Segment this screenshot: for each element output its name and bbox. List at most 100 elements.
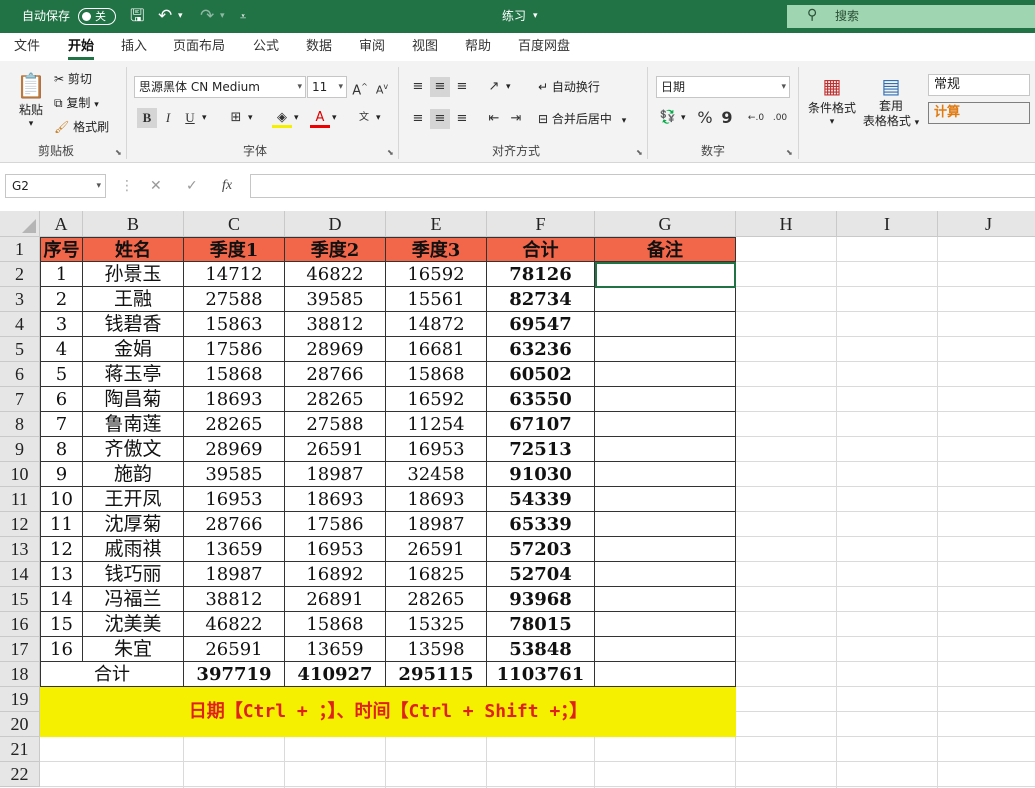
column-header-c[interactable]: C [184, 211, 285, 237]
clipboard-launcher-icon[interactable]: ⬊ [115, 148, 122, 157]
number-format-select[interactable]: 日期 ▾ [656, 76, 790, 98]
paste-button[interactable]: 📋 粘贴 ▾ [14, 71, 48, 129]
comma-button[interactable]: 9 [717, 108, 737, 128]
enter-icon[interactable]: ✓ [186, 174, 198, 198]
table-cell[interactable]: 53848 [487, 637, 595, 662]
header-cell[interactable]: 备注 [595, 237, 736, 262]
row-header-10[interactable]: 10 [0, 462, 40, 487]
align-middle-icon[interactable]: ≡ [430, 77, 450, 97]
table-cell[interactable]: 18987 [184, 562, 285, 587]
decrease-decimal-icon[interactable]: .00 [770, 108, 790, 128]
table-cell[interactable]: 28766 [285, 362, 386, 387]
table-cell[interactable]: 8 [40, 437, 83, 462]
remark-cell[interactable] [595, 537, 736, 562]
underline-dropdown-icon[interactable]: ▾ [202, 109, 207, 127]
percent-button[interactable]: % [695, 108, 715, 128]
cut-button[interactable]: ✂ 剪切 [54, 70, 92, 88]
row-header-3[interactable]: 3 [0, 287, 40, 312]
currency-dropdown-icon[interactable]: ▾ [681, 109, 686, 127]
table-cell[interactable]: 11 [40, 512, 83, 537]
column-header-g[interactable]: G [595, 211, 736, 237]
shortcut-note[interactable]: 日期【Ctrl + ；】、时间【Ctrl + Shift +；】 [40, 687, 736, 737]
remark-cell[interactable] [595, 312, 736, 337]
table-cell[interactable]: 72513 [487, 437, 595, 462]
row-header-5[interactable]: 5 [0, 337, 40, 362]
table-cell[interactable]: 16592 [386, 387, 487, 412]
table-cell[interactable]: 7 [40, 412, 83, 437]
alignment-launcher-icon[interactable]: ⬊ [636, 148, 643, 157]
total-cell[interactable]: 410927 [285, 662, 386, 687]
table-cell[interactable]: 3 [40, 312, 83, 337]
row-header-2[interactable]: 2 [0, 262, 40, 287]
table-cell[interactable]: 沈厚菊 [83, 512, 184, 537]
table-cell[interactable]: 施韵 [83, 462, 184, 487]
header-cell[interactable]: 序号 [40, 237, 83, 262]
row-header-22[interactable]: 22 [0, 762, 40, 787]
table-cell[interactable]: 69547 [487, 312, 595, 337]
formula-input[interactable] [250, 174, 1035, 198]
table-cell[interactable]: 齐傲文 [83, 437, 184, 462]
table-cell[interactable]: 52704 [487, 562, 595, 587]
column-header-h[interactable]: H [736, 211, 837, 237]
table-cell[interactable]: 9 [40, 462, 83, 487]
table-cell[interactable]: 16 [40, 637, 83, 662]
table-cell[interactable]: 27588 [285, 412, 386, 437]
row-header-13[interactable]: 13 [0, 537, 40, 562]
column-header-f[interactable]: F [487, 211, 595, 237]
tab-formulas[interactable]: 公式 [253, 33, 279, 61]
table-cell[interactable]: 82734 [487, 287, 595, 312]
row-header-20[interactable]: 20 [0, 712, 40, 737]
grow-font-button[interactable]: A^ [350, 77, 370, 98]
column-header-i[interactable]: I [837, 211, 938, 237]
table-cell[interactable]: 钱碧香 [83, 312, 184, 337]
table-cell[interactable]: 78015 [487, 612, 595, 637]
merge-center-button[interactable]: ⊟ 合并后居中 ▾ [538, 110, 626, 130]
table-cell[interactable]: 15325 [386, 612, 487, 637]
table-cell[interactable]: 钱巧丽 [83, 562, 184, 587]
remark-cell[interactable] [595, 487, 736, 512]
table-cell[interactable]: 28766 [184, 512, 285, 537]
redo-icon[interactable]: ↷ [200, 0, 214, 33]
table-cell[interactable]: 14712 [184, 262, 285, 287]
table-cell[interactable]: 4 [40, 337, 83, 362]
table-cell[interactable]: 18693 [386, 487, 487, 512]
cell-style-calculation[interactable]: 计算 [928, 102, 1030, 124]
table-cell[interactable]: 2 [40, 287, 83, 312]
table-cell[interactable]: 13598 [386, 637, 487, 662]
save-icon[interactable]: 🖫 [130, 0, 144, 33]
font-name-select[interactable]: 思源黑体 CN Medium ▾ [134, 76, 306, 98]
column-header-j[interactable]: J [938, 211, 1035, 237]
select-all-button[interactable] [0, 211, 40, 237]
column-header-b[interactable]: B [83, 211, 184, 237]
align-center-icon[interactable]: ≡ [430, 109, 450, 129]
table-cell[interactable]: 金娟 [83, 337, 184, 362]
table-cell[interactable]: 16681 [386, 337, 487, 362]
table-cell[interactable]: 60502 [487, 362, 595, 387]
column-header-d[interactable]: D [285, 211, 386, 237]
column-header-e[interactable]: E [386, 211, 487, 237]
remark-cell[interactable] [595, 287, 736, 312]
table-cell[interactable]: 王融 [83, 287, 184, 312]
conditional-formatting-button[interactable]: ▦ 条件格式 ▾ [806, 73, 858, 127]
table-cell[interactable]: 16953 [184, 487, 285, 512]
table-cell[interactable]: 冯福兰 [83, 587, 184, 612]
font-launcher-icon[interactable]: ⬊ [387, 148, 394, 157]
remark-cell[interactable] [595, 562, 736, 587]
table-cell[interactable]: 鲁南莲 [83, 412, 184, 437]
row-header-15[interactable]: 15 [0, 587, 40, 612]
undo-icon[interactable]: ↶ [158, 0, 172, 33]
table-cell[interactable]: 16825 [386, 562, 487, 587]
remark-cell[interactable] [595, 662, 736, 687]
table-cell[interactable]: 13659 [285, 637, 386, 662]
table-cell[interactable]: 16592 [386, 262, 487, 287]
total-label-cell[interactable]: 合计 [40, 662, 184, 687]
table-cell[interactable]: 32458 [386, 462, 487, 487]
table-cell[interactable]: 蒋玉亭 [83, 362, 184, 387]
table-cell[interactable]: 28969 [285, 337, 386, 362]
remark-cell[interactable] [595, 387, 736, 412]
table-cell[interactable]: 王开凤 [83, 487, 184, 512]
font-color-dropdown-icon[interactable]: ▾ [332, 109, 337, 127]
row-header-1[interactable]: 1 [0, 237, 40, 262]
table-cell[interactable]: 26591 [386, 537, 487, 562]
row-header-21[interactable]: 21 [0, 737, 40, 762]
